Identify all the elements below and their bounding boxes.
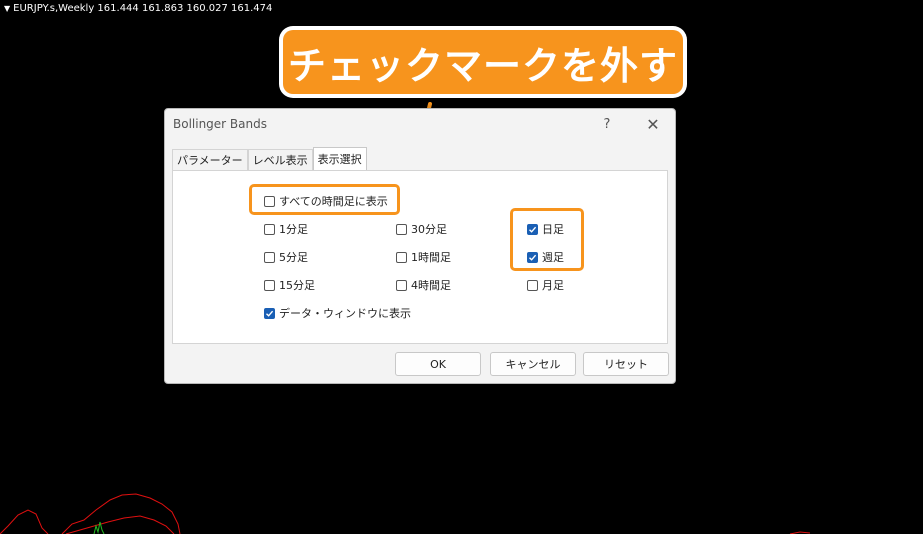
callout-title: チェックマークを外す (283, 30, 683, 94)
checkbox-all-timeframes[interactable]: すべての時間足に表示 (264, 193, 388, 209)
checkbox-box[interactable] (264, 223, 275, 235)
dialog-title: Bollinger Bands (173, 117, 267, 131)
tab-parameters[interactable]: パラメーター (172, 149, 248, 170)
checkbox-label: 15分足 (279, 279, 315, 292)
checkbox-label: すべての時間足に表示 (279, 195, 388, 208)
checkbox-box[interactable] (527, 279, 538, 291)
checkbox-box[interactable] (396, 223, 407, 235)
checkbox-box[interactable] (527, 223, 538, 235)
close-icon[interactable]: ✕ (641, 113, 665, 135)
checkbox-label: 5分足 (279, 251, 308, 264)
checkbox-daily[interactable]: 日足 (527, 221, 564, 237)
dialog-title-bar[interactable]: Bollinger Bands ? ✕ (165, 109, 675, 141)
checkbox-label: 日足 (542, 223, 564, 236)
tab-label: レベル表示 (252, 154, 308, 167)
checkbox-label: 30分足 (411, 223, 447, 236)
bollinger-bands-dialog: Bollinger Bands ? ✕ パラメーター レベル表示 表示選択 すべ… (164, 108, 676, 384)
tab-label: 表示選択 (317, 153, 362, 166)
checkbox-weekly[interactable]: 週足 (527, 249, 564, 265)
tab-label: パラメーター (177, 154, 243, 167)
checkbox-label: データ・ウィンドウに表示 (279, 307, 411, 320)
bollinger-lower-line (65, 515, 175, 534)
checkbox-label: 1時間足 (411, 251, 451, 264)
help-icon[interactable]: ? (595, 113, 619, 135)
tab-visualization[interactable]: 表示選択 (312, 147, 367, 170)
tab-levels[interactable]: レベル表示 (247, 149, 313, 170)
checkbox-m5[interactable]: 5分足 (264, 249, 308, 265)
checkbox-label: 1分足 (279, 223, 308, 236)
check-icon (529, 226, 537, 233)
checkbox-label: 4時間足 (411, 279, 451, 292)
bollinger-upper-line (0, 509, 49, 534)
checkbox-box[interactable] (264, 307, 275, 319)
checkbox-m1[interactable]: 1分足 (264, 221, 308, 237)
ok-button[interactable]: OK (395, 352, 481, 376)
check-icon (529, 254, 537, 261)
reset-button[interactable]: リセット (583, 352, 669, 376)
checkbox-h1[interactable]: 1時間足 (396, 249, 451, 265)
checkbox-box[interactable] (264, 251, 275, 263)
checkbox-m15[interactable]: 15分足 (264, 277, 315, 293)
checkbox-data-window[interactable]: データ・ウィンドウに表示 (264, 305, 411, 321)
checkbox-box[interactable] (264, 279, 275, 291)
cancel-button[interactable]: キャンセル (490, 352, 576, 376)
bollinger-upper-line-2 (61, 493, 181, 534)
checkbox-box[interactable] (396, 251, 407, 263)
checkbox-box[interactable] (264, 195, 275, 207)
visualization-panel: すべての時間足に表示 1分足 5分足 15分足 30分足 1時間足 4時間足 日… (172, 170, 668, 344)
checkbox-box[interactable] (527, 251, 538, 263)
check-icon (266, 310, 274, 317)
checkbox-label: 月足 (542, 279, 564, 292)
checkbox-h4[interactable]: 4時間足 (396, 277, 451, 293)
checkbox-monthly[interactable]: 月足 (527, 277, 564, 293)
dialog-tabs: パラメーター レベル表示 表示選択 (172, 147, 367, 170)
checkbox-box[interactable] (396, 279, 407, 291)
checkbox-m30[interactable]: 30分足 (396, 221, 447, 237)
checkbox-label: 週足 (542, 251, 564, 264)
